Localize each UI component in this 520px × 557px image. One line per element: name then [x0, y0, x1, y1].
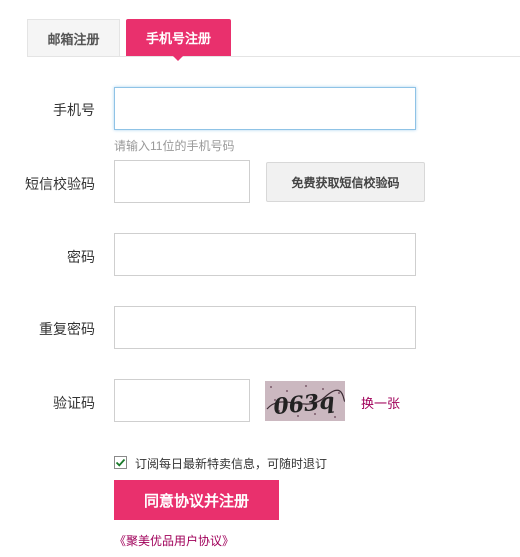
tabs-divider	[27, 56, 520, 57]
refresh-captcha-link[interactable]: 换一张	[361, 393, 400, 412]
phone-hint: 请输入11位的手机号码	[114, 139, 235, 153]
subscribe-checkbox[interactable]	[114, 456, 127, 469]
phone-input[interactable]	[114, 87, 416, 130]
repeat-password-input[interactable]	[114, 306, 416, 349]
phone-label: 手机号	[53, 102, 95, 118]
checkmark-icon	[115, 458, 126, 467]
captcha-input[interactable]	[114, 379, 250, 422]
agree-and-register-button[interactable]: 同意协议并注册	[114, 480, 279, 520]
sms-code-input[interactable]	[114, 160, 250, 203]
captcha-graphic: 063q	[265, 381, 345, 421]
sms-code-label: 短信校验码	[25, 176, 95, 192]
user-agreement-link[interactable]: 《聚美优品用户协议》	[114, 532, 234, 549]
get-sms-code-button[interactable]: 免费获取短信校验码	[266, 162, 425, 202]
active-tab-pointer	[173, 56, 183, 61]
subscribe-label: 订阅每日最新特卖信息，可随时退订	[135, 457, 328, 471]
password-input[interactable]	[114, 233, 416, 276]
repeat-password-label: 重复密码	[39, 321, 95, 337]
tab-phone-register[interactable]: 手机号注册	[126, 19, 231, 56]
tab-email-register[interactable]: 邮箱注册	[27, 19, 120, 56]
captcha-image[interactable]: 063q	[265, 381, 345, 421]
captcha-label: 验证码	[53, 395, 95, 411]
password-label: 密码	[67, 249, 95, 265]
